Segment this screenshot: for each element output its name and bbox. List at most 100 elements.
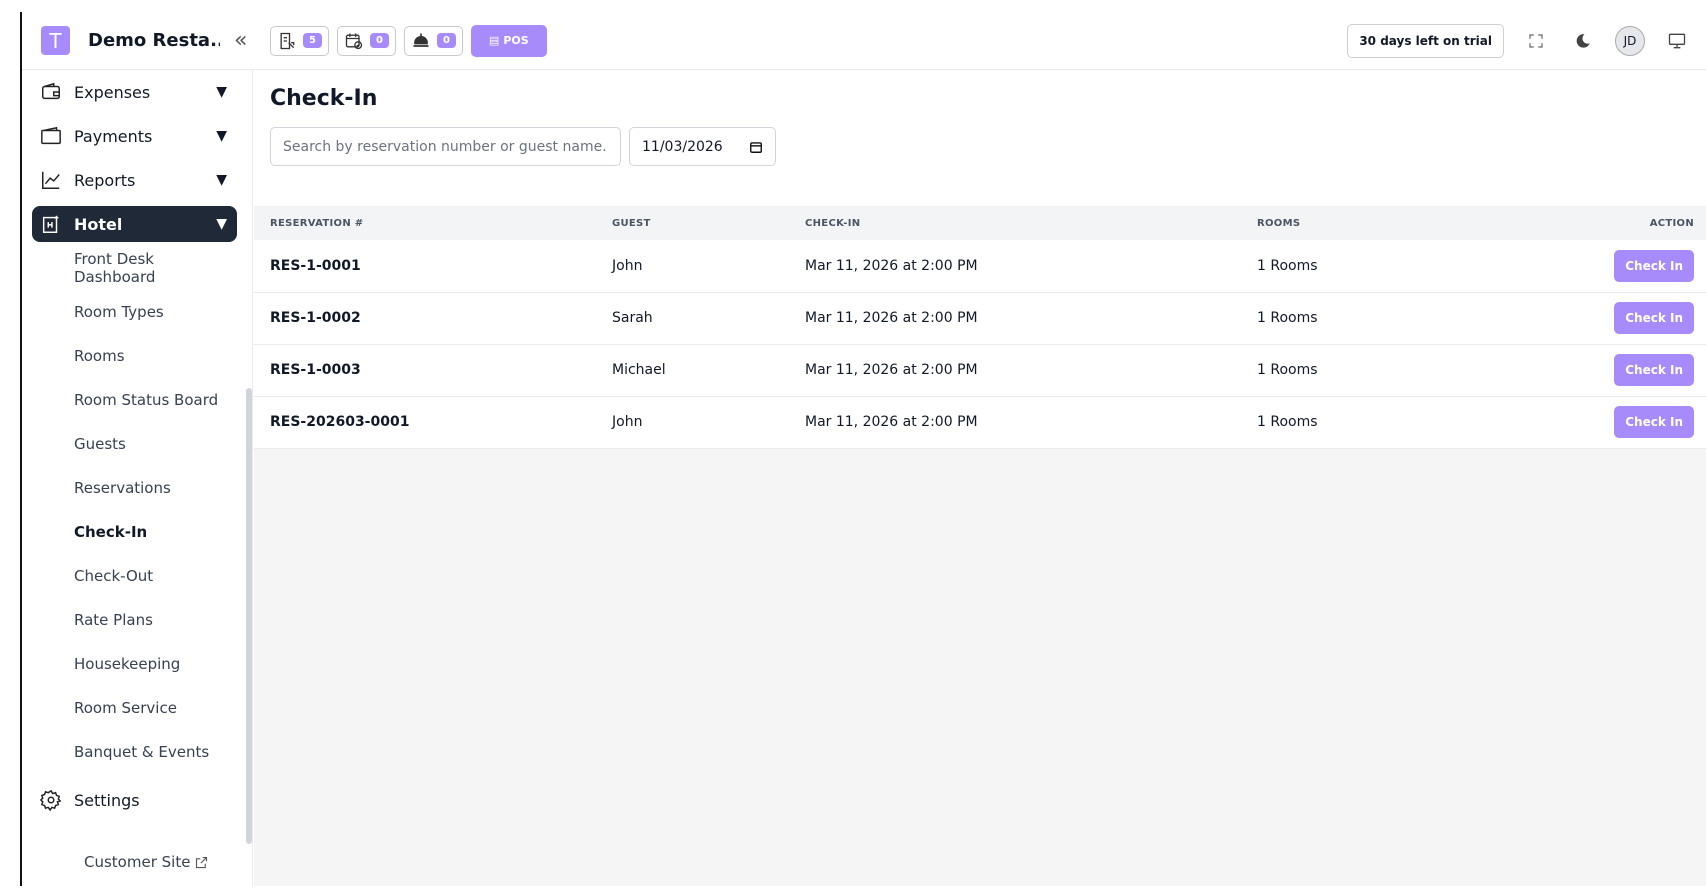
guest-name: Sarah xyxy=(612,292,805,345)
app-window: T Demo Resta... « 5 0 0 ▤ POS 30 days le… xyxy=(20,12,1706,886)
guest-name: John xyxy=(612,240,805,293)
chevron-down-icon: ▼ xyxy=(216,128,227,144)
guest-name: Michael xyxy=(612,344,805,397)
sidebar-item-settings[interactable]: Settings xyxy=(32,778,237,822)
hotel-icon xyxy=(39,212,63,236)
table-row: RES-1-0003 Michael Mar 11, 2026 at 2:00 … xyxy=(254,344,1706,397)
search-input[interactable] xyxy=(270,127,621,166)
monitor-icon[interactable] xyxy=(1662,26,1692,56)
pos-label: POS xyxy=(503,34,529,47)
top-right-controls: 30 days left on trial JD xyxy=(1347,23,1692,58)
sidebar-subitem-room-status[interactable]: Room Status Board xyxy=(32,378,237,422)
room-service-count-badge: 0 xyxy=(436,33,456,48)
folder-icon xyxy=(39,124,63,148)
table-row: RES-1-0001 John Mar 11, 2026 at 2:00 PM … xyxy=(254,240,1706,293)
brand-name: Demo Resta... xyxy=(88,30,220,51)
sidebar: Expenses ▼ Payments ▼ Reports ▼ Hotel ▼ … xyxy=(22,70,253,886)
orders-count-badge: 5 xyxy=(303,33,322,48)
room-count: 1 Rooms xyxy=(1257,292,1557,345)
receipt-icon xyxy=(280,32,295,49)
chevron-down-icon: ▼ xyxy=(216,84,227,100)
sidebar-subitem-reservations[interactable]: Reservations xyxy=(32,466,237,510)
check-in-button[interactable]: Check In xyxy=(1614,249,1694,282)
chevron-down-icon: ▼ xyxy=(216,216,227,232)
reservation-number: RES-202603-0001 xyxy=(254,396,612,449)
chevron-down-icon: ▼ xyxy=(216,172,227,188)
filters: 11/03/2026 xyxy=(270,127,1706,166)
checkin-time: Mar 11, 2026 at 2:00 PM xyxy=(805,240,1257,293)
sidebar-subitem-banquet[interactable]: Banquet & Events xyxy=(32,730,237,774)
sidebar-item-label: Hotel xyxy=(74,214,123,234)
column-header: ACTION xyxy=(1649,217,1694,229)
column-header: RESERVATION # xyxy=(270,217,364,229)
sidebar-item-hotel[interactable]: Hotel ▼ xyxy=(32,206,237,242)
cloche-icon xyxy=(413,33,429,47)
date-input[interactable]: 11/03/2026 xyxy=(629,127,776,166)
checkin-time: Mar 11, 2026 at 2:00 PM xyxy=(805,396,1257,449)
guest-name: John xyxy=(612,396,805,449)
sidebar-item-label: Payments xyxy=(74,126,153,146)
calendar-count-badge: 0 xyxy=(369,33,389,48)
sidebar-item-reports[interactable]: Reports ▼ xyxy=(32,158,237,202)
table-row: RES-202603-0001 John Mar 11, 2026 at 2:0… xyxy=(254,396,1706,449)
check-in-button[interactable]: Check In xyxy=(1614,406,1694,438)
reservations-table: RESERVATION # GUEST CHECK-IN ROOMS ACTIO… xyxy=(254,206,1706,449)
room-service-pill[interactable]: 0 xyxy=(403,25,463,56)
column-header: ROOMS xyxy=(1257,217,1301,229)
sidebar-item-label: Settings xyxy=(74,790,140,810)
sidebar-item-payments[interactable]: Payments ▼ xyxy=(32,114,237,158)
room-count: 1 Rooms xyxy=(1257,240,1557,293)
sidebar-subitem-rate-plans[interactable]: Rate Plans xyxy=(32,598,237,642)
gear-icon xyxy=(39,788,63,812)
brand[interactable]: T Demo Resta... xyxy=(41,26,220,55)
sidebar-subitem-check-in[interactable]: Check-In xyxy=(32,510,237,554)
external-link-icon xyxy=(196,856,208,868)
customer-site-link[interactable]: Customer Site xyxy=(84,853,209,871)
sidebar-subitem-housekeeping[interactable]: Housekeeping xyxy=(32,642,237,686)
calendar-check-icon xyxy=(345,33,363,49)
date-value: 11/03/2026 xyxy=(642,138,723,155)
check-in-button[interactable]: Check In xyxy=(1614,302,1694,334)
sidebar-nav: Expenses ▼ Payments ▼ Reports ▼ Hotel ▼ … xyxy=(32,70,237,822)
check-in-button[interactable]: Check In xyxy=(1614,354,1694,386)
sidebar-subitem-check-out[interactable]: Check-Out xyxy=(32,554,237,598)
dark-mode-moon-icon[interactable] xyxy=(1568,26,1598,56)
collapse-sidebar-icon[interactable]: « xyxy=(234,28,256,53)
reservation-number: RES-1-0002 xyxy=(254,292,612,345)
calendar-icon xyxy=(750,141,762,153)
sidebar-subitem-room-service[interactable]: Room Service xyxy=(32,686,237,730)
sidebar-item-label: Reports xyxy=(74,170,136,190)
reservation-number: RES-1-0001 xyxy=(254,240,612,293)
fullscreen-icon[interactable] xyxy=(1521,26,1551,56)
room-count: 1 Rooms xyxy=(1257,344,1557,397)
trial-badge[interactable]: 30 days left on trial xyxy=(1347,23,1504,58)
sidebar-item-expenses[interactable]: Expenses ▼ xyxy=(32,70,237,114)
user-avatar[interactable]: JD xyxy=(1615,25,1645,56)
customer-site-label: Customer Site xyxy=(84,853,191,871)
checkin-time: Mar 11, 2026 at 2:00 PM xyxy=(805,344,1257,397)
calendar-pill[interactable]: 0 xyxy=(336,25,396,56)
page-header: Check-In 11/03/2026 xyxy=(254,70,1706,206)
pos-icon: ▤ xyxy=(488,34,500,47)
table-header-row: RESERVATION # GUEST CHECK-IN ROOMS ACTIO… xyxy=(254,206,1706,240)
brand-logo: T xyxy=(41,26,70,55)
wallet-icon xyxy=(39,80,63,104)
reservation-number: RES-1-0003 xyxy=(254,344,612,397)
pos-button[interactable]: ▤ POS xyxy=(470,24,547,57)
page-title: Check-In xyxy=(270,86,378,111)
chart-icon xyxy=(39,168,63,192)
sidebar-item-label: Expenses xyxy=(74,82,151,102)
column-header: GUEST xyxy=(612,217,651,229)
room-count: 1 Rooms xyxy=(1257,396,1557,449)
sidebar-subitem-front-desk[interactable]: Front Desk Dashboard xyxy=(32,246,237,290)
sidebar-subitem-guests[interactable]: Guests xyxy=(32,422,237,466)
sidebar-subitem-rooms[interactable]: Rooms xyxy=(32,334,237,378)
top-bar: T Demo Resta... « 5 0 0 ▤ POS 30 days le… xyxy=(22,12,1706,70)
table-row: RES-1-0002 Sarah Mar 11, 2026 at 2:00 PM… xyxy=(254,292,1706,345)
sidebar-scrollbar[interactable] xyxy=(246,388,252,844)
orders-pill[interactable]: 5 xyxy=(270,25,329,56)
column-header: CHECK-IN xyxy=(805,217,861,229)
sidebar-subitem-room-types[interactable]: Room Types xyxy=(32,290,237,334)
checkin-time: Mar 11, 2026 at 2:00 PM xyxy=(805,292,1257,345)
main-content: Check-In 11/03/2026 RESERVATION # GUEST … xyxy=(254,70,1706,886)
